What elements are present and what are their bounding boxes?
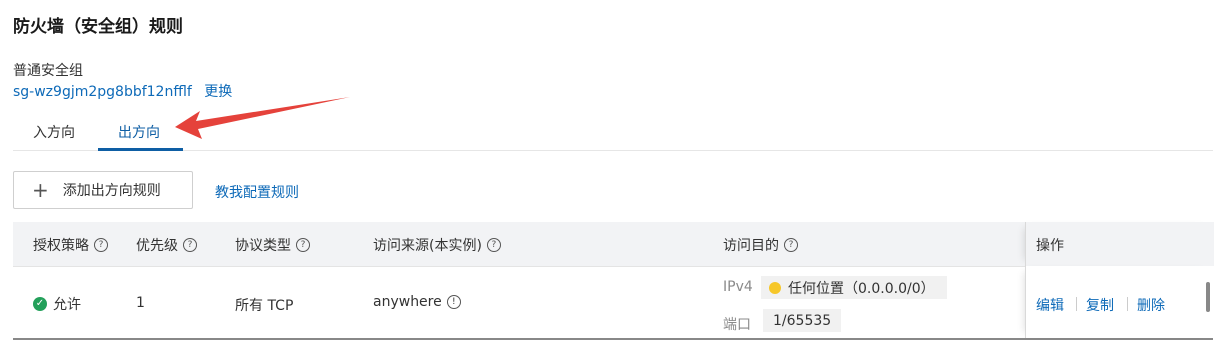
page-title: 防火墙（安全组）规则 [13,17,183,37]
col-destination: 访问目的? [723,235,798,255]
plus-icon: + [32,178,49,202]
direction-tabs: 入方向 出方向 [13,112,1213,151]
source-value: anywhere [373,294,442,310]
edit-link[interactable]: 编辑 [1036,295,1064,315]
port-tag: 1/65535 [763,309,842,332]
security-group-id-row: sg-wz9gjm2pg8bbf12nfflf 更换 [13,81,232,101]
tab-outbound[interactable]: 出方向 [118,122,160,142]
security-group-type: 普通安全组 [13,63,83,79]
col-source-label: 访问来源(本实例) [373,238,482,254]
info-icon[interactable]: ! [446,295,461,309]
col-policy: 授权策略? [33,235,108,255]
add-outbound-rule-button[interactable]: + 添加出方向规则 [13,171,193,209]
divider [1076,297,1077,311]
operations-cell: 编辑 复制 删除 [1025,266,1214,338]
check-circle-icon: ✓ [33,297,47,311]
priority-cell: 1 [136,295,145,311]
help-icon[interactable]: ? [183,238,197,252]
tab-inbound[interactable]: 入方向 [33,122,75,142]
change-group-link[interactable]: 更换 [204,84,232,100]
ipv4-label: IPv4 [723,279,753,295]
add-rule-label: 添加出方向规则 [62,183,161,199]
active-tab-indicator [98,148,183,151]
teach-config-link[interactable]: 教我配置规则 [215,182,299,202]
divider [1127,297,1128,311]
col-destination-label: 访问目的 [723,238,779,254]
col-policy-label: 授权策略 [33,238,89,254]
help-icon[interactable]: ? [486,238,501,252]
source-cell: anywhere ! [373,294,461,310]
table-row: ✓ 允许 1 所有 TCP anywhere ! IPv4 任何位置（0.0.0… [13,266,1214,340]
policy-cell: ✓ 允许 [33,294,81,314]
col-source: 访问来源(本实例)? [373,235,501,255]
warning-dot-icon [769,281,781,294]
col-priority-label: 优先级 [136,238,178,254]
port-label: 端口 [723,317,751,333]
destination-value: 任何位置（0.0.0.0/0） [788,280,935,297]
policy-value: 允许 [53,297,81,313]
col-operations-label: 操作 [1036,238,1064,254]
security-group-id-link[interactable]: sg-wz9gjm2pg8bbf12nfflf [13,84,192,100]
protocol-cell: 所有 TCP [235,298,294,314]
help-icon[interactable]: ? [296,238,310,252]
col-protocol-label: 协议类型 [235,238,291,254]
vertical-scrollbar[interactable] [1206,282,1210,312]
rules-table-header: 授权策略? 优先级? 协议类型? 访问来源(本实例)? 访问目的? 操作 [13,222,1214,267]
destination-tag: 任何位置（0.0.0.0/0） [761,276,947,299]
col-operations: 操作 [1025,222,1214,266]
col-protocol: 协议类型? [235,235,310,255]
help-icon[interactable]: ? [94,238,108,252]
delete-link[interactable]: 删除 [1137,295,1165,315]
col-priority: 优先级? [136,235,197,255]
help-icon[interactable]: ? [784,238,798,252]
copy-link[interactable]: 复制 [1086,295,1114,315]
